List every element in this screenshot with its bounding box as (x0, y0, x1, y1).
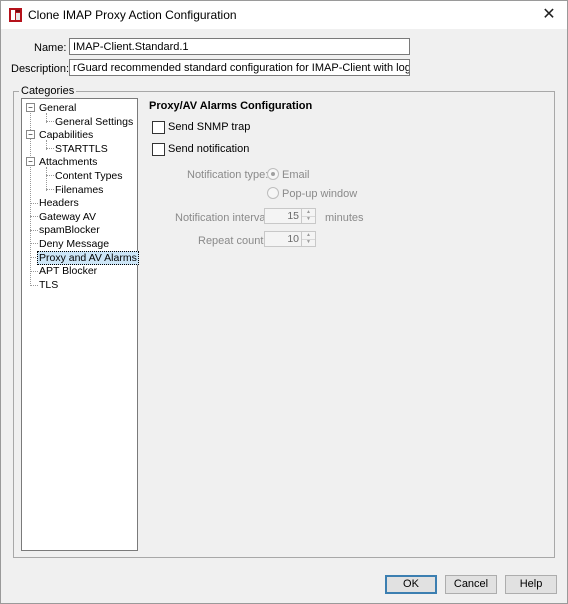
ok-button[interactable]: OK (385, 575, 437, 594)
tree-item-tls[interactable]: TLS (39, 279, 58, 291)
tree-item-apt-blocker[interactable]: APT Blocker (39, 265, 97, 277)
tree-item-attachments[interactable]: Attachments (39, 156, 97, 168)
tree-item-content-types[interactable]: Content Types (55, 170, 123, 182)
tree-item-spamblocker[interactable]: spamBlocker (39, 224, 100, 236)
repeat-count-spinner[interactable]: 10 ▲ ▼ (264, 231, 316, 247)
categories-legend: Categories (19, 85, 77, 97)
tree-item-gateway-av[interactable]: Gateway AV (39, 211, 96, 223)
panel-title: Proxy/AV Alarms Configuration (149, 100, 313, 112)
app-logo-icon (9, 8, 22, 22)
collapse-general-icon[interactable]: − (26, 103, 35, 112)
description-field[interactable]: гGuard recommended standard configuratio… (69, 59, 410, 76)
interval-unit-label: minutes (325, 212, 364, 224)
notification-interval-label: Notification interval: (175, 212, 271, 224)
send-notification-label[interactable]: Send notification (168, 143, 249, 155)
repeat-down-arrow-icon[interactable]: ▼ (302, 239, 315, 246)
tree-item-capabilities[interactable]: Capabilities (39, 129, 93, 141)
help-button[interactable]: Help (505, 575, 557, 594)
send-snmp-trap-label[interactable]: Send SNMP trap (168, 121, 250, 133)
tree-item-deny-message[interactable]: Deny Message (39, 238, 109, 250)
close-icon[interactable]: ✕ (539, 5, 559, 25)
email-radio[interactable] (267, 168, 279, 180)
popup-window-radio[interactable] (267, 187, 279, 199)
name-label: Name: (34, 42, 67, 54)
tree-item-general-settings[interactable]: General Settings (55, 116, 133, 128)
tree-item-proxy-av-alarms[interactable]: Proxy and AV Alarms (37, 251, 139, 265)
tree-item-starttls[interactable]: STARTTLS (55, 143, 108, 155)
send-snmp-trap-checkbox[interactable] (152, 121, 165, 134)
repeat-count-label: Repeat count: (198, 235, 267, 247)
tree-item-filenames[interactable]: Filenames (55, 184, 103, 196)
interval-down-arrow-icon[interactable]: ▼ (302, 216, 315, 223)
repeat-count-value: 10 (287, 233, 299, 245)
dialog-window: Clone IMAP Proxy Action Configuration ✕ … (0, 0, 568, 604)
categories-tree[interactable]: − − − General General Settings Capabilit… (21, 98, 139, 551)
notification-interval-spinner[interactable]: 15 ▲ ▼ (264, 208, 316, 224)
collapse-capabilities-icon[interactable]: − (26, 130, 35, 139)
tree-item-headers[interactable]: Headers (39, 197, 79, 209)
cancel-button[interactable]: Cancel (445, 575, 497, 594)
description-label: Description: (11, 63, 70, 75)
title-bar: Clone IMAP Proxy Action Configuration ✕ (1, 1, 567, 29)
notification-interval-value: 15 (287, 210, 299, 222)
send-notification-checkbox[interactable] (152, 143, 165, 156)
popup-window-radio-label[interactable]: Pop-up window (282, 188, 357, 200)
notification-type-label: Notification type: (187, 169, 269, 181)
email-radio-label[interactable]: Email (282, 169, 310, 181)
name-field[interactable]: IMAP-Client.Standard.1 (69, 38, 410, 55)
window-title: Clone IMAP Proxy Action Configuration (28, 8, 237, 22)
collapse-attachments-icon[interactable]: − (26, 157, 35, 166)
tree-item-general[interactable]: General (39, 102, 76, 114)
